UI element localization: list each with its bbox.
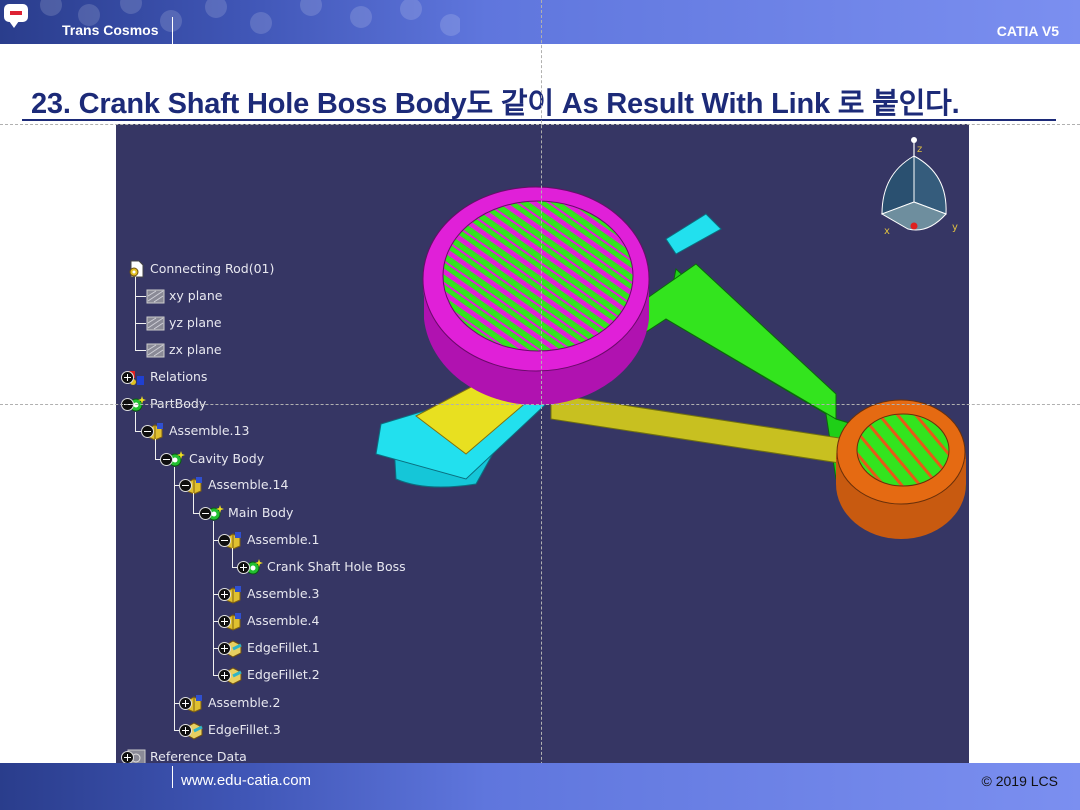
tree-node-label: Assemble.2	[208, 695, 281, 710]
tree-node-label: yz plane	[169, 315, 222, 330]
expand-plus-icon[interactable]	[218, 669, 231, 682]
plane-icon	[146, 341, 165, 360]
tree-node-xy-plane[interactable]: xy plane	[146, 286, 222, 306]
catia-3d-viewport[interactable]: z y x Connecting Rod(01) xy plane yz plane…	[116, 124, 969, 763]
tree-node-assemble-4[interactable]: Assemble.4	[224, 611, 319, 631]
tree-node-label: Cavity Body	[189, 451, 265, 466]
tree-connector-line	[193, 493, 194, 513]
collapse-minus-icon[interactable]	[179, 479, 192, 492]
expand-plus-icon[interactable]	[218, 588, 231, 601]
expand-plus-icon[interactable]	[179, 724, 192, 737]
tree-node-label: Assemble.1	[247, 532, 320, 547]
tree-node-assemble-3[interactable]: Assemble.3	[224, 584, 319, 604]
copyright-text: © 2019 LCS	[981, 773, 1058, 789]
tree-node-label: EdgeFillet.3	[208, 722, 281, 737]
tree-connector-line	[135, 296, 146, 297]
tree-connector-line	[155, 439, 156, 459]
tree-node-edgefillet-1[interactable]: EdgeFillet.1	[224, 638, 320, 658]
guide-line-horizontal-middle	[0, 404, 1080, 405]
slide-title: 23. Crank Shaft Hole Boss Body도 같이 As Re…	[31, 88, 960, 120]
tree-node-label: Main Body	[228, 505, 294, 520]
speech-bubble-logo-icon	[4, 4, 28, 28]
part-icon	[127, 260, 146, 279]
tree-connector-line	[135, 412, 136, 431]
expand-plus-icon[interactable]	[218, 642, 231, 655]
tree-node-yz-plane[interactable]: yz plane	[146, 313, 222, 333]
tree-node-label: zx plane	[169, 342, 222, 357]
footer-bar	[0, 763, 1080, 810]
tree-node-assemble-14[interactable]: Assemble.14	[185, 475, 288, 495]
tree-connector-line	[135, 323, 146, 324]
expand-plus-icon[interactable]	[237, 561, 250, 574]
tree-node-zx-plane[interactable]: zx plane	[146, 340, 222, 360]
tree-node-label: Connecting Rod(01)	[150, 261, 275, 276]
tree-node-label: Reference Data	[150, 749, 247, 763]
website-text: www.edu-catia.com	[181, 772, 312, 789]
tree-node-connecting-rod-01[interactable]: Connecting Rod(01)	[127, 259, 274, 279]
guide-line-vertical	[541, 0, 542, 810]
expand-plus-icon[interactable]	[121, 751, 134, 763]
tree-connector-line	[213, 521, 214, 675]
tree-connector-line	[135, 277, 136, 350]
collapse-minus-icon[interactable]	[218, 534, 231, 547]
tree-node-assemble-13[interactable]: Assemble.13	[146, 421, 249, 441]
tree-node-edgefillet-3[interactable]: EdgeFillet.3	[185, 720, 281, 740]
collapse-minus-icon[interactable]	[141, 425, 154, 438]
tree-node-label: Assemble.13	[169, 423, 250, 438]
tree-node-relations[interactable]: Relations	[127, 367, 207, 387]
guide-line-horizontal-top	[0, 124, 1080, 125]
tree-node-edgefillet-2[interactable]: EdgeFillet.2	[224, 665, 320, 685]
header-bar	[0, 0, 1080, 44]
product-name: CATIA V5	[996, 23, 1059, 39]
tree-connector-line	[174, 467, 175, 730]
expand-plus-icon[interactable]	[121, 371, 134, 384]
tree-node-label: Assemble.4	[247, 613, 320, 628]
tree-node-main-body[interactable]: Main Body	[205, 503, 293, 523]
expand-plus-icon[interactable]	[179, 697, 192, 710]
tree-node-label: Assemble.3	[247, 586, 320, 601]
tree-node-label: EdgeFillet.2	[247, 667, 320, 682]
expand-plus-icon[interactable]	[218, 615, 231, 628]
tree-node-reference-data[interactable]: Reference Data	[127, 747, 247, 763]
tree-node-crank-shaft-hole-boss[interactable]: Crank Shaft Hole Boss	[244, 557, 406, 577]
plane-icon	[146, 287, 165, 306]
tree-node-label: xy plane	[169, 288, 223, 303]
tree-connector-line	[232, 548, 233, 567]
collapse-minus-icon[interactable]	[160, 453, 173, 466]
tree-node-label: Crank Shaft Hole Boss	[267, 559, 406, 574]
tree-node-assemble-2[interactable]: Assemble.2	[185, 693, 280, 713]
header-divider	[172, 17, 173, 44]
tree-node-label: Assemble.14	[208, 477, 289, 492]
plane-icon	[146, 314, 165, 333]
tree-node-assemble-1[interactable]: Assemble.1	[224, 530, 319, 550]
tree-node-label: EdgeFillet.1	[247, 640, 320, 655]
title-underline	[22, 119, 1056, 121]
collapse-minus-icon[interactable]	[199, 507, 212, 520]
tree-connector-line	[135, 350, 146, 351]
brand-name: Trans Cosmos	[62, 22, 159, 38]
footer-divider	[172, 766, 173, 788]
tree-node-label: Relations	[150, 369, 208, 384]
tree-node-cavity-body[interactable]: Cavity Body	[166, 449, 264, 469]
specification-tree: Connecting Rod(01) xy plane yz plane zx pla…	[116, 124, 969, 763]
